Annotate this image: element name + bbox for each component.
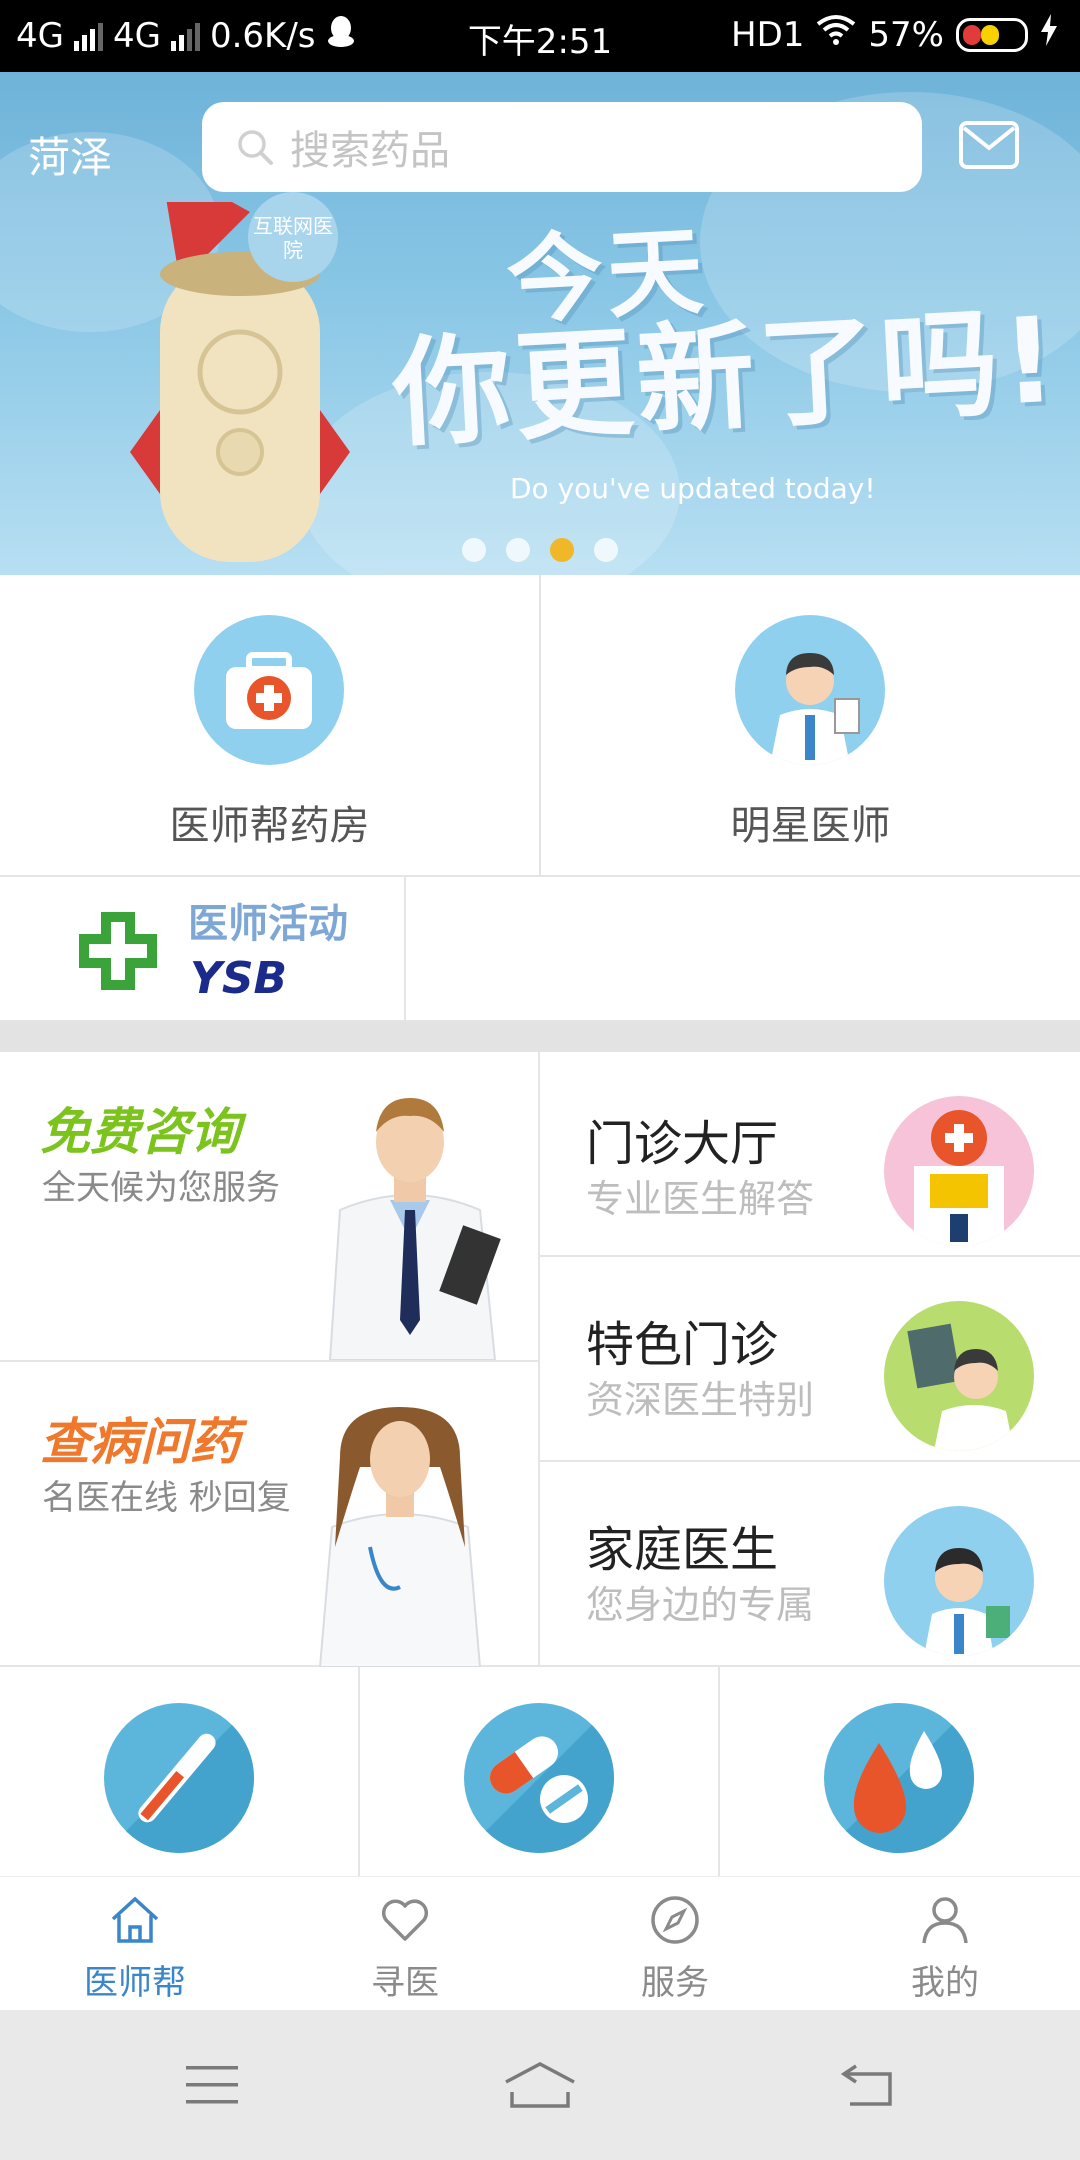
family-doctor-subtitle: 您身边的专属 [586, 1583, 815, 1627]
ysb-logo: YSB 医师活动 [79, 901, 348, 1004]
city-selector[interactable]: 菏泽 [28, 124, 112, 185]
search-placeholder: 搜索药品 [290, 128, 450, 174]
activity-empty-cell [406, 877, 1080, 1022]
search-icon [238, 130, 273, 165]
tab-home[interactable]: 医师帮 [0, 1877, 270, 2011]
blood-drop-icon [824, 1703, 974, 1853]
tab-profile[interactable]: 我的 [810, 1877, 1080, 2011]
tab-profile-label: 我的 [911, 1963, 979, 2003]
special-clinic-title: 特色门诊 [586, 1317, 779, 1373]
tab-find-doctor[interactable]: 寻医 [270, 1877, 540, 2011]
wifi-icon [816, 14, 856, 55]
family-doctor-icon [884, 1506, 1034, 1656]
back-icon[interactable] [840, 2062, 896, 2108]
hd-indicator: HD1 [731, 14, 805, 55]
promo-banner[interactable]: 互联网医院 今天 你更新了吗! Do you've updated today!… [0, 72, 1080, 575]
carousel-dot[interactable] [506, 538, 530, 562]
free-consult-subtitle: 全天候为您服务 [42, 1168, 280, 1208]
special-clinic-subtitle: 资深医生特别 [586, 1378, 815, 1422]
battery-icon [956, 17, 1028, 52]
family-doctor-card[interactable]: 家庭医生 您身边的专属 [540, 1462, 1080, 1667]
pill-tool[interactable] [360, 1667, 720, 1876]
banner-headline: 今天 你更新了吗! [389, 214, 1064, 464]
thermometer-icon [104, 1703, 254, 1853]
special-clinic-card[interactable]: 特色门诊 资深医生特别 [540, 1257, 1080, 1462]
clinic-hall-card[interactable]: 门诊大厅 专业医生解答 [540, 1052, 1080, 1257]
charging-icon [1040, 14, 1058, 55]
family-doctor-title: 家庭医生 [586, 1522, 779, 1578]
message-icon[interactable] [958, 120, 1020, 170]
pharmacy-entry[interactable]: 医师帮药房 [0, 575, 541, 877]
menu-icon[interactable] [184, 2062, 240, 2108]
home-nav-icon[interactable] [502, 2060, 578, 2110]
search-input[interactable]: 搜索药品 [202, 102, 922, 192]
female-doctor-image [318, 1407, 482, 1667]
disease-drug-card[interactable]: 查病问药 名医在线 秒回复 [0, 1362, 540, 1667]
tab-service-label: 服务 [641, 1963, 709, 2003]
doctor-icon [735, 615, 885, 765]
user-icon [922, 1897, 968, 1944]
tab-home-label: 医师帮 [84, 1963, 186, 2003]
section-divider [0, 1022, 1080, 1052]
xray-doctor-icon [884, 1301, 1034, 1451]
hospital-badge: 互联网医院 [248, 192, 338, 282]
banner-subtitle: Do you've updated today! [510, 472, 876, 505]
battery-percent: 57% [868, 14, 944, 55]
activity-label: 医师活动 [188, 901, 348, 947]
clinic-hall-subtitle: 专业医生解答 [586, 1177, 815, 1221]
thermometer-tool[interactable] [0, 1667, 360, 1876]
pill-icon [464, 1703, 614, 1853]
home-icon [111, 1896, 159, 1943]
hospital-icon [884, 1096, 1034, 1246]
carousel-indicator [0, 538, 1080, 562]
blood-tool[interactable] [720, 1667, 1080, 1876]
tab-find-doctor-label: 寻医 [371, 1963, 439, 2003]
carousel-dot[interactable] [462, 538, 486, 562]
status-bar: 4G 4G 0.6K/s 下午2:51 HD1 57% [0, 0, 1080, 72]
activity-entry[interactable]: YSB 医师活动 [0, 877, 406, 1022]
disease-drug-title: 查病问药 [40, 1413, 240, 1471]
star-doctor-label: 明星医师 [730, 803, 891, 849]
male-doctor-image [328, 1098, 501, 1360]
free-consult-card[interactable]: 免费咨询 全天候为您服务 [0, 1052, 540, 1362]
bottom-tab-bar: 医师帮 寻医 服务 我的 [0, 1876, 1080, 2010]
compass-icon [651, 1896, 699, 1944]
medical-kit-icon [194, 615, 344, 765]
free-consult-title: 免费咨询 [40, 1103, 240, 1161]
carousel-dot-active[interactable] [550, 538, 574, 562]
disease-drug-subtitle: 名医在线 秒回复 [42, 1478, 291, 1518]
carousel-dot[interactable] [594, 538, 618, 562]
tab-service[interactable]: 服务 [540, 1877, 810, 2011]
pharmacy-label: 医师帮药房 [169, 803, 370, 849]
heart-icon [381, 1899, 429, 1941]
star-doctor-entry[interactable]: 明星医师 [541, 575, 1080, 877]
ysb-letters: YSB [190, 953, 287, 1004]
system-nav-bar [0, 2010, 1080, 2160]
clinic-hall-title: 门诊大厅 [586, 1116, 779, 1172]
